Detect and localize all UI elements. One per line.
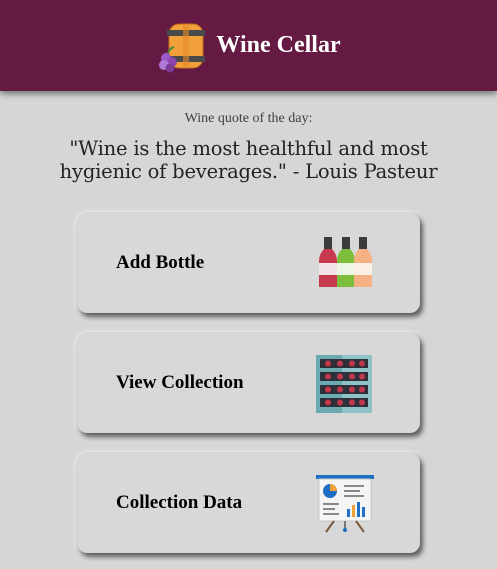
app-title: Wine Cellar [216, 32, 341, 58]
view-collection-button[interactable]: View Collection [77, 333, 420, 433]
view-collection-label: View Collection [116, 372, 244, 393]
collection-data-label: Collection Data [116, 492, 243, 513]
quote-of-the-day: "Wine is the most healthful and most hyg… [59, 137, 438, 183]
wine-rack-icon [316, 355, 372, 413]
quote-label: Wine quote of the day: [184, 111, 313, 126]
wine-barrel-grapes-icon [159, 23, 206, 72]
presentation-chart-icon [316, 475, 374, 533]
wine-bottles-icon [319, 237, 372, 287]
collection-data-button[interactable]: Collection Data [77, 453, 420, 553]
add-bottle-button[interactable]: Add Bottle [77, 213, 420, 313]
app-header: Wine Cellar [0, 0, 497, 91]
add-bottle-label: Add Bottle [116, 252, 205, 273]
